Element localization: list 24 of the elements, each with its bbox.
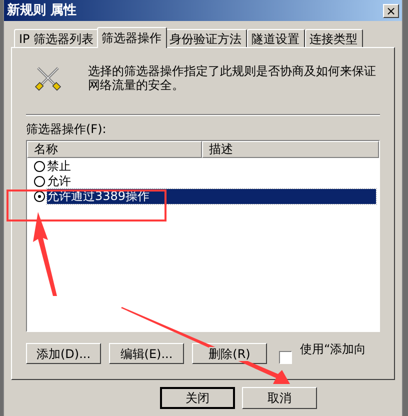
column-header[interactable]: 名称: [27, 141, 202, 158]
dialog-button[interactable]: 关闭: [160, 387, 235, 409]
list-item[interactable]: 允许: [47, 174, 71, 189]
crossed-swords-icon: [34, 64, 62, 92]
column-header[interactable]: 描述: [202, 141, 379, 158]
radio-button[interactable]: [34, 191, 45, 202]
tab[interactable]: 隧道设置: [246, 29, 305, 47]
list-label: 筛选器操作(F):: [26, 122, 108, 136]
description-text: 选择的筛选器操作指定了此规则是否协商及如何来保证网络流量的安全。: [88, 64, 377, 92]
radio-button[interactable]: [34, 176, 45, 187]
checkbox[interactable]: [279, 351, 292, 364]
list-item[interactable]: 禁止: [47, 159, 71, 174]
tab[interactable]: 筛选器操作: [96, 27, 167, 48]
tab[interactable]: IP 筛选器列表: [14, 29, 99, 47]
close-button[interactable]: ×: [383, 4, 399, 18]
action-button[interactable]: 编辑(E)...: [109, 343, 184, 364]
dialog-button[interactable]: 取消: [242, 387, 317, 409]
window-title: 新规则 属性: [7, 4, 77, 17]
action-button[interactable]: 删除(R): [192, 343, 267, 364]
action-button[interactable]: 添加(D)...: [26, 343, 101, 364]
checkbox-label: 使用“添加向: [300, 341, 366, 358]
radio-button[interactable]: [34, 161, 45, 172]
tab[interactable]: 身份验证方法: [164, 29, 247, 47]
tab[interactable]: 连接类型: [304, 29, 363, 47]
